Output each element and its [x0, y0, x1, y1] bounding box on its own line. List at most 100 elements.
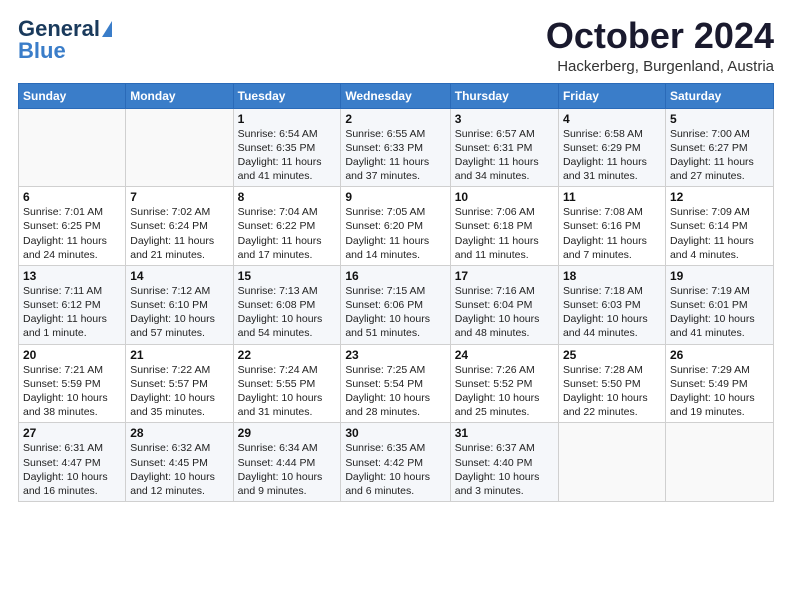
day-number: 13 — [23, 269, 121, 283]
calendar-day-cell: 5Sunrise: 7:00 AMSunset: 6:27 PMDaylight… — [665, 108, 773, 187]
calendar-day-cell: 8Sunrise: 7:04 AMSunset: 6:22 PMDaylight… — [233, 187, 341, 266]
day-info: Sunrise: 7:15 AMSunset: 6:06 PMDaylight:… — [345, 284, 445, 341]
day-info: Sunrise: 6:37 AMSunset: 4:40 PMDaylight:… — [455, 441, 554, 498]
calendar-day-cell: 13Sunrise: 7:11 AMSunset: 6:12 PMDayligh… — [19, 265, 126, 344]
calendar-week-row-2: 6Sunrise: 7:01 AMSunset: 6:25 PMDaylight… — [19, 187, 774, 266]
day-number: 18 — [563, 269, 661, 283]
calendar-day-cell: 20Sunrise: 7:21 AMSunset: 5:59 PMDayligh… — [19, 344, 126, 423]
day-info: Sunrise: 6:34 AMSunset: 4:44 PMDaylight:… — [238, 441, 337, 498]
day-number: 11 — [563, 190, 661, 204]
logo-blue: Blue — [18, 38, 66, 64]
day-info: Sunrise: 6:32 AMSunset: 4:45 PMDaylight:… — [130, 441, 228, 498]
day-number: 30 — [345, 426, 445, 440]
calendar-day-cell: 23Sunrise: 7:25 AMSunset: 5:54 PMDayligh… — [341, 344, 450, 423]
day-info: Sunrise: 7:12 AMSunset: 6:10 PMDaylight:… — [130, 284, 228, 341]
calendar-day-cell: 15Sunrise: 7:13 AMSunset: 6:08 PMDayligh… — [233, 265, 341, 344]
header-tuesday: Tuesday — [233, 83, 341, 108]
calendar-week-row-4: 20Sunrise: 7:21 AMSunset: 5:59 PMDayligh… — [19, 344, 774, 423]
day-info: Sunrise: 7:16 AMSunset: 6:04 PMDaylight:… — [455, 284, 554, 341]
day-number: 15 — [238, 269, 337, 283]
day-number: 25 — [563, 348, 661, 362]
day-info: Sunrise: 7:09 AMSunset: 6:14 PMDaylight:… — [670, 205, 769, 262]
calendar-day-cell: 12Sunrise: 7:09 AMSunset: 6:14 PMDayligh… — [665, 187, 773, 266]
day-number: 19 — [670, 269, 769, 283]
calendar-day-cell: 3Sunrise: 6:57 AMSunset: 6:31 PMDaylight… — [450, 108, 558, 187]
day-info: Sunrise: 6:55 AMSunset: 6:33 PMDaylight:… — [345, 127, 445, 184]
day-info: Sunrise: 7:00 AMSunset: 6:27 PMDaylight:… — [670, 127, 769, 184]
calendar-day-cell: 17Sunrise: 7:16 AMSunset: 6:04 PMDayligh… — [450, 265, 558, 344]
day-info: Sunrise: 7:25 AMSunset: 5:54 PMDaylight:… — [345, 363, 445, 420]
day-number: 23 — [345, 348, 445, 362]
calendar-day-cell: 31Sunrise: 6:37 AMSunset: 4:40 PMDayligh… — [450, 423, 558, 502]
day-info: Sunrise: 7:29 AMSunset: 5:49 PMDaylight:… — [670, 363, 769, 420]
day-info: Sunrise: 7:02 AMSunset: 6:24 PMDaylight:… — [130, 205, 228, 262]
day-number: 27 — [23, 426, 121, 440]
day-number: 9 — [345, 190, 445, 204]
calendar-day-cell: 19Sunrise: 7:19 AMSunset: 6:01 PMDayligh… — [665, 265, 773, 344]
weekday-header-row: Sunday Monday Tuesday Wednesday Thursday… — [19, 83, 774, 108]
day-number: 1 — [238, 112, 337, 126]
calendar-day-cell: 11Sunrise: 7:08 AMSunset: 6:16 PMDayligh… — [558, 187, 665, 266]
day-number: 5 — [670, 112, 769, 126]
day-info: Sunrise: 7:05 AMSunset: 6:20 PMDaylight:… — [345, 205, 445, 262]
calendar-day-cell — [665, 423, 773, 502]
day-number: 10 — [455, 190, 554, 204]
calendar-day-cell: 25Sunrise: 7:28 AMSunset: 5:50 PMDayligh… — [558, 344, 665, 423]
header-sunday: Sunday — [19, 83, 126, 108]
day-info: Sunrise: 7:24 AMSunset: 5:55 PMDaylight:… — [238, 363, 337, 420]
day-info: Sunrise: 7:18 AMSunset: 6:03 PMDaylight:… — [563, 284, 661, 341]
day-info: Sunrise: 6:31 AMSunset: 4:47 PMDaylight:… — [23, 441, 121, 498]
day-info: Sunrise: 7:04 AMSunset: 6:22 PMDaylight:… — [238, 205, 337, 262]
day-info: Sunrise: 6:57 AMSunset: 6:31 PMDaylight:… — [455, 127, 554, 184]
location: Hackerberg, Burgenland, Austria — [546, 58, 774, 75]
calendar-day-cell: 4Sunrise: 6:58 AMSunset: 6:29 PMDaylight… — [558, 108, 665, 187]
day-number: 20 — [23, 348, 121, 362]
calendar-day-cell: 29Sunrise: 6:34 AMSunset: 4:44 PMDayligh… — [233, 423, 341, 502]
month-title: October 2024 — [546, 16, 774, 56]
day-number: 4 — [563, 112, 661, 126]
day-info: Sunrise: 6:35 AMSunset: 4:42 PMDaylight:… — [345, 441, 445, 498]
day-info: Sunrise: 7:21 AMSunset: 5:59 PMDaylight:… — [23, 363, 121, 420]
calendar-week-row-3: 13Sunrise: 7:11 AMSunset: 6:12 PMDayligh… — [19, 265, 774, 344]
day-number: 8 — [238, 190, 337, 204]
page: General Blue October 2024 Hackerberg, Bu… — [0, 0, 792, 612]
day-info: Sunrise: 7:13 AMSunset: 6:08 PMDaylight:… — [238, 284, 337, 341]
calendar-day-cell: 24Sunrise: 7:26 AMSunset: 5:52 PMDayligh… — [450, 344, 558, 423]
day-info: Sunrise: 6:54 AMSunset: 6:35 PMDaylight:… — [238, 127, 337, 184]
day-info: Sunrise: 7:28 AMSunset: 5:50 PMDaylight:… — [563, 363, 661, 420]
calendar-day-cell — [558, 423, 665, 502]
calendar-week-row-1: 1Sunrise: 6:54 AMSunset: 6:35 PMDaylight… — [19, 108, 774, 187]
calendar-day-cell: 1Sunrise: 6:54 AMSunset: 6:35 PMDaylight… — [233, 108, 341, 187]
day-number: 26 — [670, 348, 769, 362]
calendar-day-cell: 28Sunrise: 6:32 AMSunset: 4:45 PMDayligh… — [126, 423, 233, 502]
logo-triangle-icon — [102, 21, 112, 37]
calendar-day-cell: 16Sunrise: 7:15 AMSunset: 6:06 PMDayligh… — [341, 265, 450, 344]
day-info: Sunrise: 6:58 AMSunset: 6:29 PMDaylight:… — [563, 127, 661, 184]
day-info: Sunrise: 7:11 AMSunset: 6:12 PMDaylight:… — [23, 284, 121, 341]
day-number: 28 — [130, 426, 228, 440]
calendar-day-cell: 22Sunrise: 7:24 AMSunset: 5:55 PMDayligh… — [233, 344, 341, 423]
calendar-day-cell: 21Sunrise: 7:22 AMSunset: 5:57 PMDayligh… — [126, 344, 233, 423]
calendar-day-cell: 7Sunrise: 7:02 AMSunset: 6:24 PMDaylight… — [126, 187, 233, 266]
day-number: 29 — [238, 426, 337, 440]
calendar-day-cell — [126, 108, 233, 187]
day-number: 17 — [455, 269, 554, 283]
day-info: Sunrise: 7:26 AMSunset: 5:52 PMDaylight:… — [455, 363, 554, 420]
logo: General Blue — [18, 16, 114, 64]
day-number: 22 — [238, 348, 337, 362]
day-number: 7 — [130, 190, 228, 204]
day-number: 31 — [455, 426, 554, 440]
header-friday: Friday — [558, 83, 665, 108]
calendar-day-cell: 10Sunrise: 7:06 AMSunset: 6:18 PMDayligh… — [450, 187, 558, 266]
calendar-day-cell: 30Sunrise: 6:35 AMSunset: 4:42 PMDayligh… — [341, 423, 450, 502]
header-monday: Monday — [126, 83, 233, 108]
day-number: 14 — [130, 269, 228, 283]
day-info: Sunrise: 7:08 AMSunset: 6:16 PMDaylight:… — [563, 205, 661, 262]
day-number: 6 — [23, 190, 121, 204]
day-number: 2 — [345, 112, 445, 126]
day-number: 24 — [455, 348, 554, 362]
header-thursday: Thursday — [450, 83, 558, 108]
calendar-day-cell: 26Sunrise: 7:29 AMSunset: 5:49 PMDayligh… — [665, 344, 773, 423]
calendar-day-cell: 6Sunrise: 7:01 AMSunset: 6:25 PMDaylight… — [19, 187, 126, 266]
calendar-day-cell: 27Sunrise: 6:31 AMSunset: 4:47 PMDayligh… — [19, 423, 126, 502]
